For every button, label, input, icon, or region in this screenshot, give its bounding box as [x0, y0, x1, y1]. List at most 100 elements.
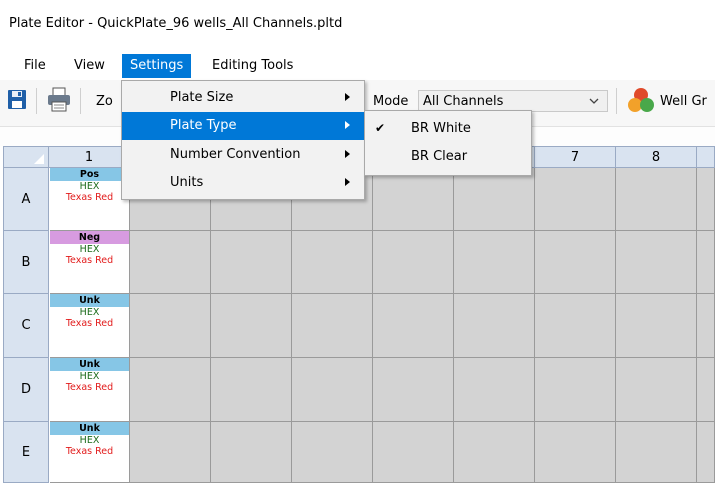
well-c4[interactable]	[292, 294, 373, 358]
select-all-corner[interactable]	[3, 146, 49, 168]
well-e2[interactable]	[130, 422, 211, 483]
submenu-arrow-icon	[345, 121, 350, 129]
well-type-label: Unk	[50, 294, 129, 307]
well-dye-hex: HEX	[79, 371, 100, 382]
submenu-arrow-icon	[345, 150, 350, 158]
well-a8[interactable]	[616, 168, 697, 231]
well-d7[interactable]	[535, 358, 616, 422]
well-d8[interactable]	[616, 358, 697, 422]
menu-item-br-clear[interactable]: BR Clear	[365, 143, 531, 171]
well-b8[interactable]	[616, 231, 697, 294]
save-icon[interactable]	[6, 88, 28, 112]
well-d9[interactable]	[697, 358, 715, 422]
title-bar: Plate Editor - QuickPlate_96 wells_All C…	[0, 0, 715, 47]
well-a9[interactable]	[697, 168, 715, 231]
menu-item-plate-type[interactable]: Plate Type	[122, 112, 364, 140]
well-c3[interactable]	[211, 294, 292, 358]
well-b3[interactable]	[211, 231, 292, 294]
well-e6[interactable]	[454, 422, 535, 483]
menu-item-label: Plate Type	[170, 118, 237, 133]
well-c9[interactable]	[697, 294, 715, 358]
well-dye-hex: HEX	[79, 435, 100, 446]
well-dye-texas-red: Texas Red	[65, 255, 114, 266]
window-title: Plate Editor - QuickPlate_96 wells_All C…	[9, 16, 343, 31]
well-type-label: Neg	[50, 231, 129, 244]
menu-item-label: Plate Size	[170, 90, 234, 105]
well-d5[interactable]	[373, 358, 454, 422]
column-header-7[interactable]: 7	[535, 146, 616, 168]
well-c7[interactable]	[535, 294, 616, 358]
well-b1[interactable]: Neg HEX Texas Red	[50, 231, 130, 294]
well-b4[interactable]	[292, 231, 373, 294]
plate-type-submenu: ✔ BR White BR Clear	[364, 110, 532, 176]
well-b2[interactable]	[130, 231, 211, 294]
row-header-d[interactable]: D	[3, 358, 49, 422]
mode-label: Mode	[373, 94, 409, 109]
well-c1[interactable]: Unk HEX Texas Red	[50, 294, 130, 358]
menu-item-number-convention[interactable]: Number Convention	[122, 141, 364, 169]
column-header-partial[interactable]	[697, 146, 715, 168]
well-c2[interactable]	[130, 294, 211, 358]
well-a5[interactable]	[373, 168, 454, 231]
well-dye-hex: HEX	[79, 181, 100, 192]
well-a7[interactable]	[535, 168, 616, 231]
well-dye-texas-red: Texas Red	[65, 382, 114, 393]
column-header-1[interactable]: 1	[49, 146, 130, 168]
menu-file[interactable]: File	[16, 54, 54, 78]
menu-item-label: Units	[170, 175, 204, 190]
well-d2[interactable]	[130, 358, 211, 422]
zoom-label[interactable]: Zo	[96, 94, 113, 109]
menu-item-br-white[interactable]: ✔ BR White	[365, 115, 531, 143]
well-c5[interactable]	[373, 294, 454, 358]
menu-editing-tools[interactable]: Editing Tools	[204, 54, 301, 78]
well-groups-label[interactable]: Well Gr	[660, 94, 707, 109]
corner-triangle-icon	[34, 154, 44, 164]
well-b7[interactable]	[535, 231, 616, 294]
well-d1[interactable]: Unk HEX Texas Red	[50, 358, 130, 422]
well-dye-hex: HEX	[79, 307, 100, 318]
well-d6[interactable]	[454, 358, 535, 422]
toolbar-separator	[616, 88, 617, 114]
well-c8[interactable]	[616, 294, 697, 358]
menu-item-label: Number Convention	[170, 147, 301, 162]
row-header-c[interactable]: C	[3, 294, 49, 358]
menu-view[interactable]: View	[66, 54, 113, 78]
menu-item-label: BR Clear	[411, 149, 468, 164]
menu-item-units[interactable]: Units	[122, 169, 364, 197]
well-e4[interactable]	[292, 422, 373, 483]
menu-item-plate-size[interactable]: Plate Size	[122, 84, 364, 112]
well-groups-icon[interactable]	[626, 86, 656, 114]
well-e7[interactable]	[535, 422, 616, 483]
column-header-8[interactable]: 8	[616, 146, 697, 168]
well-d3[interactable]	[211, 358, 292, 422]
well-a6[interactable]	[454, 168, 535, 231]
menu-settings[interactable]: Settings	[122, 54, 192, 78]
well-b5[interactable]	[373, 231, 454, 294]
checkmark-icon: ✔	[375, 121, 386, 135]
toolbar-separator	[36, 88, 37, 114]
well-dye-hex: HEX	[79, 244, 100, 255]
well-e9[interactable]	[697, 422, 715, 483]
print-icon[interactable]	[46, 86, 72, 114]
well-e5[interactable]	[373, 422, 454, 483]
well-type-label: Unk	[50, 422, 129, 435]
toolbar-separator	[80, 88, 81, 114]
row-header-a[interactable]: A	[3, 168, 49, 231]
row-header-b[interactable]: B	[3, 231, 49, 294]
well-b9[interactable]	[697, 231, 715, 294]
well-c6[interactable]	[454, 294, 535, 358]
well-a1[interactable]: Pos HEX Texas Red	[50, 168, 130, 231]
well-b6[interactable]	[454, 231, 535, 294]
mode-select[interactable]: All Channels	[418, 90, 608, 112]
mode-select-value: All Channels	[423, 94, 504, 109]
well-e8[interactable]	[616, 422, 697, 483]
submenu-arrow-icon	[345, 178, 350, 186]
submenu-arrow-icon	[345, 93, 350, 101]
well-dye-texas-red: Texas Red	[65, 192, 114, 203]
well-e3[interactable]	[211, 422, 292, 483]
row-header-e[interactable]: E	[3, 422, 49, 483]
well-d4[interactable]	[292, 358, 373, 422]
menu-item-label: BR White	[411, 121, 471, 136]
well-e1[interactable]: Unk HEX Texas Red	[50, 422, 130, 483]
menu-bar: File View Settings Editing Tools	[0, 54, 715, 78]
